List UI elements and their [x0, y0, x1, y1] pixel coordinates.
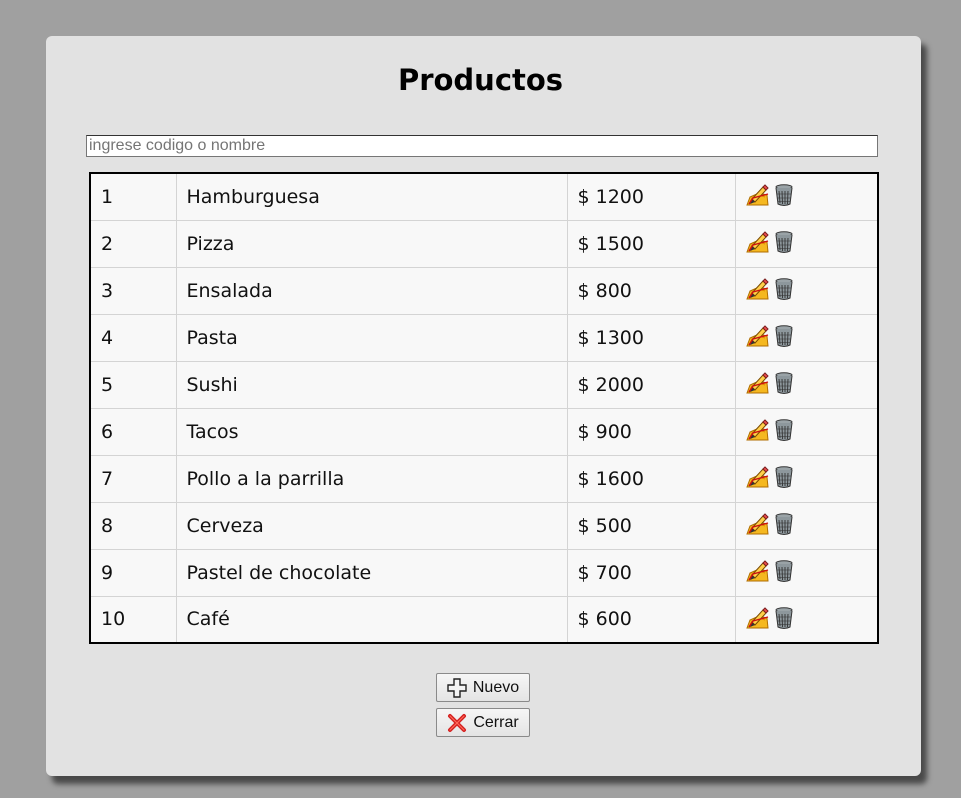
trash-can-icon[interactable] — [772, 606, 796, 630]
product-id: 1 — [90, 173, 177, 221]
table-row: 6 Tacos $ 900 — [90, 408, 878, 456]
row-actions — [735, 502, 878, 550]
product-price: $ 500 — [567, 502, 736, 550]
table-row: 3 Ensalada $ 800 — [90, 267, 878, 315]
product-name: Ensalada — [176, 267, 568, 315]
table-row: 9 Pastel de chocolate $ 700 — [90, 549, 878, 597]
product-name: Pastel de chocolate — [176, 549, 568, 597]
pencil-edit-icon[interactable] — [745, 465, 770, 489]
trash-can-icon[interactable] — [772, 465, 796, 489]
product-name: Sushi — [176, 361, 568, 409]
table-row: 1 Hamburguesa $ 1200 — [90, 173, 878, 221]
product-name: Café — [176, 596, 568, 643]
trash-can-icon[interactable] — [772, 183, 796, 207]
table-row: 4 Pasta $ 1300 — [90, 314, 878, 362]
pencil-edit-icon[interactable] — [745, 277, 770, 301]
product-id: 10 — [90, 596, 177, 643]
product-price: $ 700 — [567, 549, 736, 597]
product-name: Hamburguesa — [176, 173, 568, 221]
trash-can-icon[interactable] — [772, 418, 796, 442]
products-table-body: 1 Hamburguesa $ 1200 2 Pizza $ 1500 3 Ensalada $… — [90, 173, 878, 643]
trash-can-icon[interactable] — [772, 512, 796, 536]
plus-icon — [447, 677, 467, 698]
row-actions — [735, 408, 878, 456]
row-actions — [735, 173, 878, 221]
product-id: 9 — [90, 549, 177, 597]
product-id: 4 — [90, 314, 177, 362]
product-name: Pasta — [176, 314, 568, 362]
product-name: Pollo a la parrilla — [176, 455, 568, 503]
product-price: $ 1500 — [567, 220, 736, 268]
new-button[interactable]: Nuevo — [436, 673, 530, 702]
search-input[interactable] — [86, 135, 878, 157]
row-actions — [735, 361, 878, 409]
table-row: 10 Café $ 600 — [90, 596, 878, 643]
trash-can-icon[interactable] — [772, 559, 796, 583]
table-row: 5 Sushi $ 2000 — [90, 361, 878, 409]
product-price: $ 600 — [567, 596, 736, 643]
product-id: 5 — [90, 361, 177, 409]
product-id: 6 — [90, 408, 177, 456]
product-name: Cerveza — [176, 502, 568, 550]
row-actions — [735, 220, 878, 268]
row-actions — [735, 314, 878, 362]
red-x-icon — [447, 713, 467, 733]
product-id: 8 — [90, 502, 177, 550]
row-actions — [735, 596, 878, 643]
pencil-edit-icon[interactable] — [745, 512, 770, 536]
pencil-edit-icon[interactable] — [745, 371, 770, 395]
trash-can-icon[interactable] — [772, 277, 796, 301]
product-id: 7 — [90, 455, 177, 503]
row-actions — [735, 267, 878, 315]
row-actions — [735, 549, 878, 597]
products-table: 1 Hamburguesa $ 1200 2 Pizza $ 1500 3 Ensalada $… — [89, 172, 879, 644]
product-price: $ 2000 — [567, 361, 736, 409]
product-price: $ 900 — [567, 408, 736, 456]
product-name: Tacos — [176, 408, 568, 456]
trash-can-icon[interactable] — [772, 371, 796, 395]
table-row: 2 Pizza $ 1500 — [90, 220, 878, 268]
product-price: $ 800 — [567, 267, 736, 315]
close-button-label: Cerrar — [473, 713, 519, 731]
close-button[interactable]: Cerrar — [436, 708, 530, 737]
product-price: $ 1300 — [567, 314, 736, 362]
pencil-edit-icon[interactable] — [745, 183, 770, 207]
product-id: 3 — [90, 267, 177, 315]
product-price: $ 1600 — [567, 455, 736, 503]
product-name: Pizza — [176, 220, 568, 268]
trash-can-icon[interactable] — [772, 324, 796, 348]
pencil-edit-icon[interactable] — [745, 230, 770, 254]
pencil-edit-icon[interactable] — [745, 559, 770, 583]
table-row: 8 Cerveza $ 500 — [90, 502, 878, 550]
pencil-edit-icon[interactable] — [745, 324, 770, 348]
pencil-edit-icon[interactable] — [745, 418, 770, 442]
table-row: 7 Pollo a la parrilla $ 1600 — [90, 455, 878, 503]
product-id: 2 — [90, 220, 177, 268]
page-title: Productos — [397, 63, 564, 97]
row-actions — [735, 455, 878, 503]
product-price: $ 1200 — [567, 173, 736, 221]
trash-can-icon[interactable] — [772, 230, 796, 254]
new-button-label: Nuevo — [472, 678, 520, 696]
pencil-edit-icon[interactable] — [745, 606, 770, 630]
